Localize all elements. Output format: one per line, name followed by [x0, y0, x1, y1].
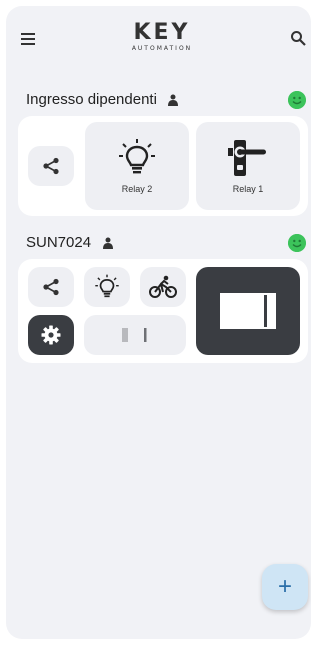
group-title: SUN7024 — [26, 234, 92, 251]
gate-icon — [220, 293, 276, 329]
app-screen: KEY AUTOMATION Ingresso dipendenti Relay… — [6, 6, 311, 639]
logo-main-text: KEY — [133, 20, 191, 45]
relay-2-label: Relay 2 — [121, 184, 153, 194]
key-automation-logo: KEY AUTOMATION — [126, 22, 198, 58]
status-online-icon — [288, 91, 306, 109]
gate-control-button[interactable] — [196, 267, 300, 355]
share-icon — [43, 278, 59, 296]
light-button[interactable] — [84, 267, 130, 307]
settings-icon — [41, 325, 61, 345]
group-header-ingresso: Ingresso dipendenti — [26, 88, 306, 112]
hamburger-menu-icon[interactable] — [20, 32, 36, 46]
gate-partial-open-button[interactable] — [84, 315, 186, 355]
device-card-sun7024 — [18, 259, 308, 363]
top-bar: KEY AUTOMATION — [6, 6, 311, 70]
logo-sub-text: AUTOMATION — [131, 45, 193, 52]
door-handle-icon — [228, 140, 266, 176]
person-icon — [102, 237, 113, 249]
device-card-ingresso: Relay 2 Relay 1 — [18, 116, 308, 216]
person-icon — [168, 94, 179, 106]
relay-1-button[interactable]: Relay 1 — [196, 122, 300, 210]
group-header-sun7024: SUN7024 — [26, 231, 306, 255]
light-bulb-icon — [119, 139, 155, 174]
light-bulb-icon — [95, 274, 119, 298]
add-device-button[interactable]: + — [262, 564, 308, 610]
share-button[interactable] — [28, 146, 74, 186]
relay-1-label: Relay 1 — [232, 184, 264, 194]
settings-button[interactable] — [28, 315, 74, 355]
group-title: Ingresso dipendenti — [26, 91, 157, 108]
share-button[interactable] — [28, 267, 74, 307]
cyclist-icon — [149, 275, 177, 298]
status-online-icon — [288, 234, 306, 252]
pedestrian-mode-button[interactable] — [140, 267, 186, 307]
gate-open-icon — [122, 328, 147, 342]
relay-2-button[interactable]: Relay 2 — [85, 122, 189, 210]
search-icon[interactable] — [290, 30, 306, 46]
share-icon — [43, 157, 59, 175]
